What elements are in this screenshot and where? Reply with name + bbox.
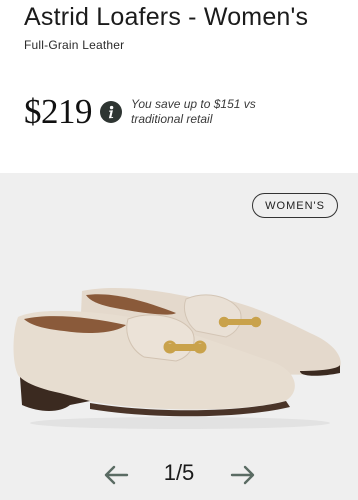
arrow-left-icon[interactable] bbox=[103, 464, 129, 486]
product-price: $219 bbox=[24, 92, 93, 131]
product-image[interactable] bbox=[0, 273, 358, 453]
savings-note: You save up to $151 vs traditional retai… bbox=[131, 97, 256, 126]
info-icon[interactable] bbox=[100, 101, 122, 123]
gallery-pager: 1/5 bbox=[0, 460, 358, 492]
arrow-right-icon[interactable] bbox=[230, 464, 256, 486]
product-gallery[interactable]: WOMEN'S 1/5 bbox=[0, 173, 358, 500]
product-subtitle: Full-Grain Leather bbox=[24, 38, 125, 52]
page-indicator: 1/5 bbox=[163, 460, 195, 485]
product-title: Astrid Loafers - Women's bbox=[24, 3, 309, 31]
category-badge: WOMEN'S bbox=[252, 193, 338, 218]
